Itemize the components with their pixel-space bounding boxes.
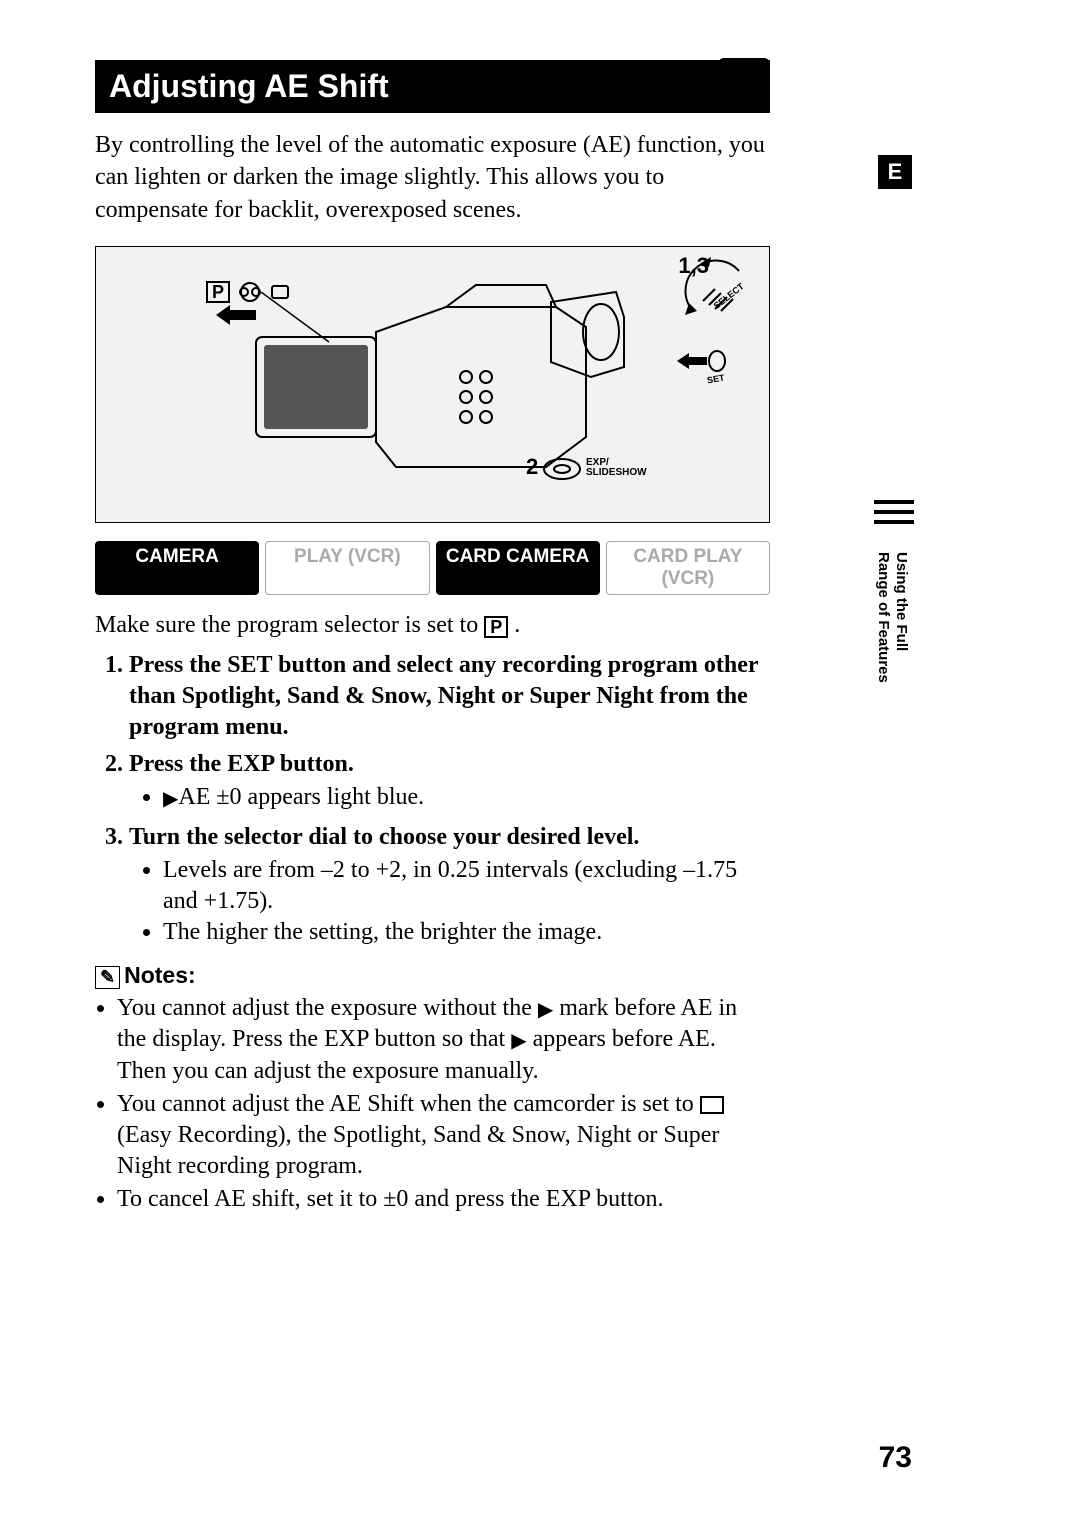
exp-button-icon	[542, 457, 582, 481]
callout-line	[261, 292, 331, 352]
camcorder-diagram: P 1,3 SELECT SET	[95, 246, 770, 523]
pre-steps-line: Make sure the program selector is set to…	[95, 609, 770, 641]
intro-paragraph: By controlling the level of the automati…	[95, 129, 770, 226]
step-2-bullet-1: ▶AE ±0 appears light blue.	[163, 782, 770, 813]
menu-screen-icon	[718, 58, 770, 110]
dial-set-label: SET	[707, 373, 726, 386]
exp-label-2: SLIDESHOW	[586, 467, 647, 478]
play-triangle-icon: ▶	[163, 786, 178, 812]
step-3-bullet-2: The higher the setting, the brighter the…	[163, 917, 770, 948]
step-2: Press the EXP button.	[129, 751, 354, 777]
mode-card-play-vcr: CARD PLAY (VCR)	[606, 541, 770, 595]
mode-row: CAMERA PLAY (VCR) CARD CAMERA CARD PLAY …	[95, 541, 770, 595]
play-triangle-icon: ▶	[538, 997, 553, 1023]
arrow-left-icon	[216, 305, 256, 325]
program-p-icon: P	[206, 281, 230, 303]
page-title: Adjusting AE Shift	[95, 60, 770, 113]
notes-heading: Notes:	[124, 962, 196, 988]
play-triangle-icon: ▶	[511, 1028, 526, 1054]
mode-card-camera: CARD CAMERA	[436, 541, 600, 595]
section-tab: Using the Full Range of Features	[874, 552, 910, 683]
mode-camera: CAMERA	[95, 541, 259, 595]
page-number: 73	[879, 1441, 912, 1475]
note-1: You cannot adjust the exposure without t…	[117, 993, 770, 1087]
note-3: To cancel AE shift, set it to ±0 and pre…	[117, 1184, 770, 1215]
note-2: You cannot adjust the AE Shift when the …	[117, 1089, 770, 1183]
language-badge: E	[878, 155, 912, 189]
step-3: Turn the selector dial to choose your de…	[129, 824, 639, 850]
mode-play-vcr: PLAY (VCR)	[265, 541, 429, 595]
step-1: Press the SET button and select any reco…	[129, 650, 770, 744]
pre-steps-text-b: .	[508, 612, 520, 638]
callout-2: 2	[526, 454, 538, 480]
easy-mode-icon	[700, 1096, 724, 1114]
pre-steps-text-a: Make sure the program selector is set to	[95, 612, 484, 638]
notes-icon: ✎	[95, 966, 120, 989]
step-3-bullet-1: Levels are from –2 to +2, in 0.25 interv…	[163, 855, 770, 917]
program-p-icon-inline: P	[484, 616, 508, 638]
section-marker-bars	[874, 500, 914, 530]
